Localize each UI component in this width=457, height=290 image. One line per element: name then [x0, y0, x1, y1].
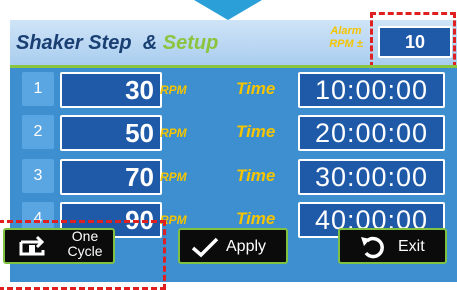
exit-label: Exit — [398, 238, 425, 255]
checkmark-icon — [191, 237, 219, 258]
rpm-unit-label: RPM — [160, 170, 187, 184]
rpm-unit-label: RPM — [160, 126, 187, 140]
apply-label: Apply — [226, 238, 267, 255]
header-divider — [10, 65, 457, 68]
time-field[interactable]: 20:00:00 — [298, 115, 445, 151]
step-row-1: 1 30 RPM Time 10:00:00 — [10, 72, 457, 108]
rpm-field[interactable]: 30 — [60, 72, 162, 108]
top-indicator-arrow — [194, 0, 262, 20]
step-number: 2 — [22, 115, 54, 149]
rpm-field[interactable]: 50 — [60, 115, 162, 151]
one-cycle-highlight-marker — [0, 220, 166, 290]
time-field[interactable]: 10:00:00 — [298, 72, 445, 108]
time-label: Time — [236, 209, 276, 228]
alarm-rpm-label: Alarm RPM ± — [329, 25, 363, 50]
time-label: Time — [236, 122, 276, 141]
time-label: Time — [236, 79, 276, 98]
page-title: Shaker Step & Setup — [16, 32, 219, 54]
step-row-2: 2 50 RPM Time 20:00:00 — [10, 115, 457, 151]
undo-arrow-icon — [361, 236, 384, 259]
apply-button[interactable]: Apply — [178, 228, 288, 264]
alarm-highlight-marker — [370, 12, 456, 68]
exit-button[interactable]: Exit — [338, 228, 447, 264]
header-bar: Shaker Step & Setup Alarm RPM ± 10 — [10, 12, 457, 68]
step-number: 3 — [22, 159, 54, 193]
step-number: 1 — [22, 72, 54, 106]
rpm-field[interactable]: 70 — [60, 159, 162, 195]
time-field[interactable]: 30:00:00 — [298, 159, 445, 195]
time-label: Time — [236, 166, 276, 185]
step-row-3: 3 70 RPM Time 30:00:00 — [10, 159, 457, 195]
rpm-unit-label: RPM — [160, 83, 187, 97]
